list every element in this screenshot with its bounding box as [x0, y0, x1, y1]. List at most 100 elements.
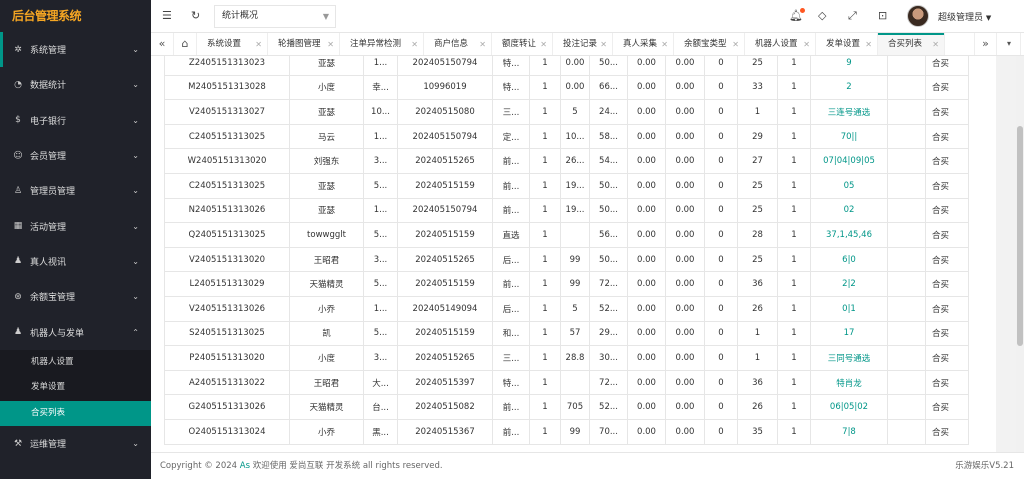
- user-menu[interactable]: 超级管理员 ▼: [938, 10, 991, 23]
- table-row[interactable]: Q2405151313025 towwgglt 5... 20240515159 直选 1…: [164, 222, 969, 248]
- close-icon[interactable]: ✕: [661, 33, 668, 55]
- sidebar-item[interactable]: ⊛ 余额宝管理 ⌄: [0, 279, 151, 314]
- table-cell: 05: [810, 172, 888, 199]
- table-cell: 1: [529, 99, 561, 125]
- tab[interactable]: 轮播图管理 ✕: [268, 33, 340, 55]
- tabs-scroll-left-icon[interactable]: «: [151, 33, 174, 55]
- close-icon[interactable]: ✕: [803, 33, 810, 55]
- tab[interactable]: 额度转让 ✕: [492, 33, 553, 55]
- close-icon[interactable]: ✕: [865, 33, 872, 55]
- vertical-scrollbar[interactable]: [1016, 56, 1024, 452]
- close-icon[interactable]: ✕: [732, 33, 739, 55]
- tab[interactable]: 发单设置 ✕: [816, 33, 878, 55]
- table-row[interactable]: C2405151313025 亚瑟 5... 20240515159 前... 1 19..…: [164, 172, 969, 199]
- tab[interactable]: 合买列表 ✕: [878, 33, 945, 55]
- table-row[interactable]: S2405151313025 凯 5... 20240515159 和... 1 57 29.…: [164, 320, 969, 347]
- sidebar-item[interactable]: ☺ 会员管理 ⌄: [0, 138, 151, 173]
- table-cell: 幸...: [363, 74, 398, 101]
- sidebar-item[interactable]: ▦ 活动管理 ⌄: [0, 208, 151, 243]
- table-row[interactable]: O2405151313024 小乔 黑... 20240515367 前... 1 99 70…: [164, 418, 969, 445]
- table-row[interactable]: P2405151313020 小度 3... 20240515265 三... 1 28.8…: [164, 345, 969, 371]
- close-icon[interactable]: ✕: [411, 33, 418, 55]
- sidebar-item-label: 机器人与发单: [30, 328, 85, 339]
- close-icon[interactable]: ✕: [540, 33, 547, 55]
- sidebar-subitem[interactable]: 机器人设置: [0, 350, 151, 376]
- refresh-icon[interactable]: ↻: [191, 9, 200, 22]
- table-row[interactable]: C2405151313025 马云 1... 202405150794 定... 1 10.…: [164, 123, 969, 150]
- sidebar-item[interactable]: ♙ 管理员管理 ⌄: [0, 173, 151, 208]
- sidebar-item[interactable]: $ 电子银行 ⌄: [0, 103, 151, 138]
- sidebar-item-label: 会员管理: [30, 152, 67, 163]
- close-icon[interactable]: ✕: [932, 33, 939, 55]
- table-cell[interactable]: 合买: [925, 320, 969, 347]
- tab[interactable]: 真人采集 ✕: [613, 33, 674, 55]
- tabs-scroll-right-icon[interactable]: »: [974, 33, 997, 55]
- table-cell: 25: [737, 246, 778, 273]
- table-cell[interactable]: 合买: [925, 345, 969, 371]
- tag-icon[interactable]: ◇: [818, 9, 826, 22]
- table-cell: 26: [737, 295, 778, 322]
- table-cell[interactable]: 合买: [925, 56, 969, 76]
- tab[interactable]: 机器人设置 ✕: [745, 33, 816, 55]
- table-row[interactable]: V2405151313027 亚瑟 10... 20240515080 三... 1 5 24…: [164, 99, 969, 125]
- table-row[interactable]: A2405151313022 王昭君 大... 20240515397 特... 1 72.…: [164, 369, 969, 396]
- sidebar-item[interactable]: ◔ 数据统计 ⌄: [0, 67, 151, 102]
- sidebar-item[interactable]: ⚒ 运维管理 ⌄: [0, 426, 151, 461]
- menu-toggle-icon[interactable]: ☰: [162, 9, 172, 22]
- table-cell[interactable]: 合买: [925, 148, 969, 174]
- table-cell[interactable]: 合买: [925, 369, 969, 396]
- chevron-down-icon: ▼: [322, 12, 329, 21]
- table-row[interactable]: L2405151313029 天猫精灵 5... 20240515159 前... 1 99…: [164, 271, 969, 297]
- page-select[interactable]: 统计概况 ▼: [214, 5, 336, 28]
- table-cell: 1: [529, 418, 561, 445]
- tabs-menu-icon[interactable]: ▾: [998, 33, 1021, 55]
- table-cell[interactable]: 合买: [925, 394, 969, 420]
- close-icon[interactable]: ✕: [479, 33, 486, 55]
- table-row[interactable]: V2405151313020 王昭君 3... 20240515265 后... 1 99 5…: [164, 246, 969, 273]
- table-row[interactable]: Z2405151313023 亚瑟 1... 202405150794 特... 1 0.0…: [164, 56, 969, 76]
- table-row[interactable]: G2405151313026 天猫精灵 台... 20240515082 前... 1 70…: [164, 394, 969, 420]
- sidebar-item[interactable]: ♟ 机器人与发单 ⌃: [0, 314, 151, 349]
- lock-icon[interactable]: ⊡: [878, 9, 887, 22]
- fullscreen-icon[interactable]: ⤢: [848, 9, 857, 23]
- table-row[interactable]: V2405151313026 小乔 1... 202405149094 后... 1 5 52…: [164, 295, 969, 322]
- table-cell[interactable]: 合买: [925, 74, 969, 101]
- table-cell: A2405151313022: [164, 369, 290, 396]
- tab[interactable]: 商户信息 ✕: [424, 33, 492, 55]
- sidebar-item[interactable]: ✲ 系统管理 ⌄: [0, 32, 151, 68]
- close-icon[interactable]: ✕: [600, 33, 607, 55]
- sidebar-item[interactable]: ♟ 真人视讯 ⌄: [0, 244, 151, 279]
- table-cell[interactable]: 合买: [925, 295, 969, 322]
- table-cell: 1: [777, 320, 811, 347]
- close-icon[interactable]: ✕: [255, 33, 262, 55]
- footer-brand-link[interactable]: As: [240, 461, 250, 471]
- scrollbar-thumb[interactable]: [1017, 126, 1023, 346]
- tab[interactable]: 余额宝类型 ✕: [674, 33, 745, 55]
- table-cell[interactable]: 合买: [925, 271, 969, 297]
- table-row[interactable]: M2405151313028 小度 幸... 10996019 特... 1 0.00 66.…: [164, 74, 969, 101]
- tab[interactable]: 投注记录 ✕: [553, 33, 613, 55]
- table-cell: 705: [560, 394, 590, 420]
- table-cell: 0: [704, 295, 738, 322]
- table-cell: [887, 246, 926, 273]
- table-cell: 1: [529, 295, 561, 322]
- tab[interactable]: 注单异常检测 ✕: [340, 33, 424, 55]
- home-icon[interactable]: ⌂: [174, 33, 197, 55]
- table-cell[interactable]: 合买: [925, 123, 969, 150]
- table-cell[interactable]: 合买: [925, 246, 969, 273]
- sidebar-subitem[interactable]: 发单设置: [0, 375, 151, 401]
- table-row[interactable]: N2405151313026 亚瑟 1... 202405150794 前... 1 19.…: [164, 197, 969, 224]
- table-cell[interactable]: 合买: [925, 197, 969, 224]
- table-cell[interactable]: 合买: [925, 418, 969, 445]
- avatar[interactable]: [907, 5, 929, 27]
- sidebar-subitem[interactable]: 合买列表: [0, 400, 151, 427]
- table-cell[interactable]: 合买: [925, 222, 969, 248]
- tools-icon: ⚒: [13, 438, 23, 449]
- table-cell: 0.00: [627, 394, 666, 420]
- table-cell: 0.00: [560, 74, 590, 101]
- table-row[interactable]: W2405151313020 刘强东 3... 20240515265 前... 1 26.…: [164, 148, 969, 174]
- tab[interactable]: 系统设置 ✕: [197, 33, 268, 55]
- close-icon[interactable]: ✕: [327, 33, 334, 55]
- table-cell[interactable]: 合买: [925, 172, 969, 199]
- table-cell[interactable]: 合买: [925, 99, 969, 125]
